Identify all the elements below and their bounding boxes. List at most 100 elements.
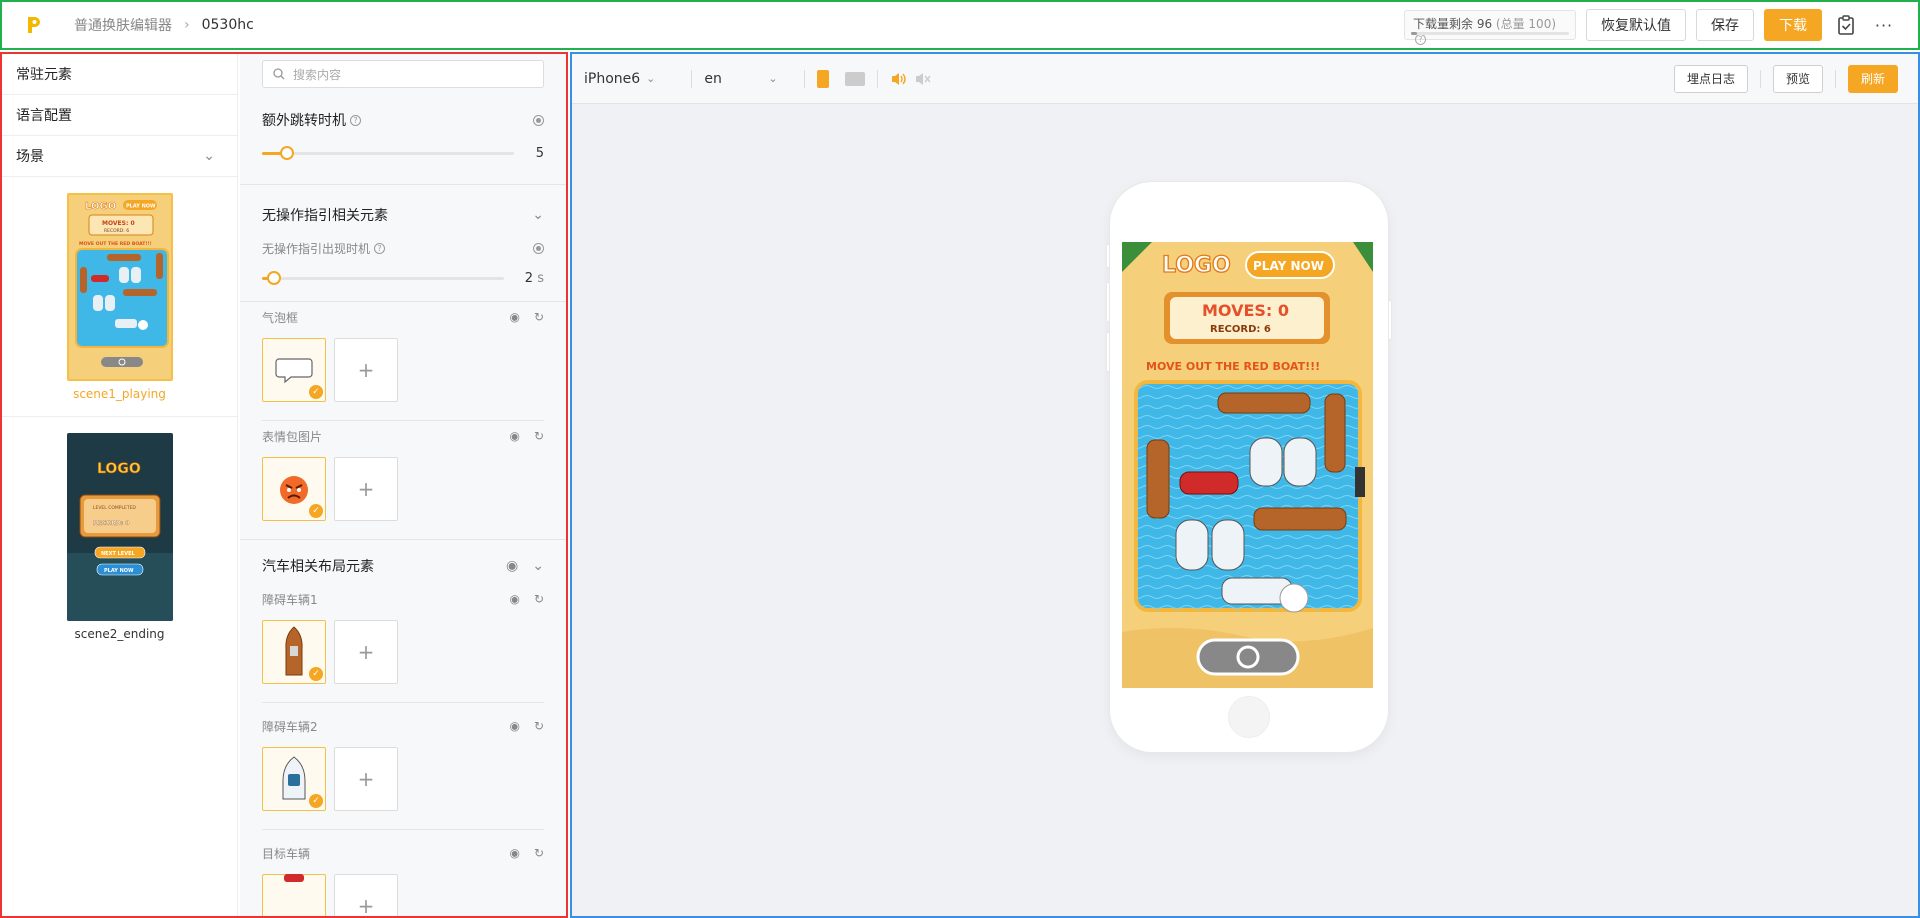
chevron-down-icon[interactable]: ⌄	[203, 148, 215, 164]
search-icon	[273, 68, 285, 80]
game-play-now-button: PLAY NOW	[1253, 259, 1324, 273]
obstacle1-label: 障碍车辆1	[262, 592, 318, 607]
extra-jump-title: 额外跳转时机 ?	[262, 102, 544, 138]
refresh-icon[interactable]: ↻	[534, 592, 544, 606]
help-icon[interactable]: ?	[350, 114, 361, 126]
download-quota: 下载量剩余 96 (总量 100) ?	[1404, 10, 1576, 45]
scene-card-1[interactable]: LOGO PLAY NOW MOVES: 0 RECORD: 6 MOVE OU…	[2, 177, 237, 417]
game-preview-screen[interactable]: LOGO PLAY NOW MOVES: 0 RECORD: 6 MOVE OU…	[1122, 242, 1373, 688]
extra-jump-section: 额外跳转时机 ? 5	[240, 88, 566, 185]
slider-handle[interactable]	[280, 145, 295, 160]
sidebar-item-language-config[interactable]: 语言配置	[2, 95, 237, 136]
target-asset-tile[interactable]	[262, 874, 326, 916]
radio-icon[interactable]	[533, 242, 544, 254]
game-instruction: MOVE OUT THE RED BOAT!!!	[1146, 360, 1320, 373]
add-asset-button[interactable]: +	[334, 457, 398, 521]
scene2-thumbnail: LOGO LEVEL COMPLETED RECORD: 0 NEXT LEVE…	[66, 433, 173, 621]
check-icon: ✓	[309, 794, 323, 808]
top-bar: 普通换肤编辑器 › 0530hc 下载量剩余 96 (总量 100) ? 恢复默…	[0, 0, 1920, 50]
preview-button[interactable]: 预览	[1772, 64, 1823, 93]
portrait-mode-icon[interactable]	[816, 69, 829, 88]
bubble-label: 气泡框	[262, 310, 299, 325]
more-icon[interactable]: ···	[1870, 11, 1898, 39]
help-icon[interactable]: ?	[1415, 34, 1426, 45]
game-moves: MOVES: 0	[1202, 301, 1289, 320]
check-icon: ✓	[309, 385, 323, 399]
add-asset-button[interactable]: +	[334, 620, 398, 684]
breadcrumb-current: 0530hc	[201, 17, 254, 33]
app-logo-icon[interactable]	[24, 14, 44, 36]
obstacle2-asset-tile[interactable]: ✓	[262, 747, 326, 811]
eye-icon[interactable]: ◉	[509, 592, 519, 606]
sidebar-item-label: 场景	[16, 149, 44, 165]
radio-icon[interactable]	[533, 114, 544, 126]
add-asset-button[interactable]: +	[334, 874, 398, 916]
eye-icon[interactable]: ◉	[506, 558, 518, 574]
emoji-section: 表情包图片 ◉ ↻ ✓ +	[262, 421, 544, 539]
idle-guide-label: 无操作指引相关元素	[262, 208, 388, 224]
tracking-log-button[interactable]: 埋点日志	[1673, 64, 1748, 93]
properties-panel: 搜索内容 额外跳转时机 ? 5 无操作指引相关元素 ⌄ 无操作指引出现时机 ?	[240, 54, 566, 916]
clipboard-check-icon[interactable]	[1832, 11, 1860, 39]
scene-card-2[interactable]: LOGO LEVEL COMPLETED RECORD: 0 NEXT LEVE…	[2, 417, 237, 657]
quota-progress-bar	[1411, 32, 1569, 35]
breadcrumb-root[interactable]: 普通换肤编辑器	[74, 15, 172, 35]
restore-default-button[interactable]: 恢复默认值	[1586, 9, 1686, 41]
quota-text: 下载量剩余 96	[1413, 17, 1493, 31]
eye-icon[interactable]: ◉	[509, 310, 519, 324]
chevron-down-icon[interactable]: ⌄	[532, 558, 544, 574]
sidebar-item-scenes[interactable]: 场景 ⌄	[2, 136, 237, 177]
eye-icon[interactable]: ◉	[509, 429, 519, 443]
idle-time-label: 无操作指引出现时机	[262, 241, 371, 256]
preview-toolbar: iPhone6 ⌄ en ⌄ 埋点日志 预览 刷新	[572, 54, 1918, 104]
add-asset-button[interactable]: +	[334, 747, 398, 811]
sound-off-icon[interactable]	[914, 71, 932, 87]
car-layout-title[interactable]: 汽车相关布局元素 ◉ ⌄	[262, 548, 544, 584]
slider-handle[interactable]	[267, 270, 282, 285]
car-layout-section: 汽车相关布局元素 ◉ ⌄ 障碍车辆1 ◉ ↻ ✓ + 障碍车辆2 ◉ ↻ ✓ +…	[240, 540, 566, 916]
refresh-icon[interactable]: ↻	[534, 846, 544, 860]
refresh-button[interactable]: 刷新	[1847, 64, 1898, 93]
bubble-title: 气泡框 ◉ ↻	[262, 302, 544, 332]
slider-value: 2 s	[524, 270, 544, 286]
game-record: RECORD: 6	[1210, 324, 1271, 335]
download-button[interactable]: 下载	[1764, 9, 1822, 41]
idle-guide-title[interactable]: 无操作指引相关元素 ⌄	[262, 197, 544, 233]
angry-emoji-icon	[280, 476, 308, 504]
thumb-logo: LOGO	[85, 201, 116, 212]
sound-on-icon[interactable]	[890, 71, 908, 87]
emoji-title: 表情包图片 ◉ ↻	[262, 421, 544, 451]
quota-progress-fill	[1411, 32, 1418, 35]
save-button[interactable]: 保存	[1696, 9, 1754, 41]
phone-frame: LOGO PLAY NOW MOVES: 0 RECORD: 6 MOVE OU…	[1106, 182, 1392, 752]
refresh-icon[interactable]: ↻	[534, 719, 544, 733]
slider-track[interactable]	[262, 145, 514, 160]
refresh-icon[interactable]: ↻	[534, 310, 544, 324]
idle-time-slider[interactable]: 2 s	[262, 263, 544, 293]
refresh-icon[interactable]: ↻	[534, 429, 544, 443]
speech-bubble-icon	[275, 358, 313, 384]
check-icon: ✓	[309, 667, 323, 681]
language-select[interactable]: en ⌄	[704, 71, 777, 87]
eye-icon[interactable]: ◉	[509, 719, 519, 733]
extra-jump-slider[interactable]: 5	[262, 138, 544, 168]
search-input[interactable]: 搜索内容	[262, 60, 544, 88]
emoji-asset-tile[interactable]: ✓	[262, 457, 326, 521]
target-label: 目标车辆	[262, 846, 311, 861]
sidebar-item-resident-elements[interactable]: 常驻元素	[2, 54, 237, 95]
device-select[interactable]: iPhone6 ⌄	[584, 71, 655, 87]
add-asset-button[interactable]: +	[334, 338, 398, 402]
slider-track[interactable]	[262, 270, 504, 285]
bubble-section: 气泡框 ◉ ↻ ✓ +	[262, 302, 544, 421]
help-icon[interactable]: ?	[374, 242, 386, 254]
eye-icon[interactable]: ◉	[509, 846, 519, 860]
landscape-mode-icon[interactable]	[844, 71, 865, 86]
chevron-down-icon[interactable]: ⌄	[532, 207, 544, 223]
bubble-asset-tile[interactable]: ✓	[262, 338, 326, 402]
obstacle2-label: 障碍车辆2	[262, 719, 318, 734]
svg-text:RECORD: 0: RECORD: 0	[93, 520, 130, 527]
svg-text:NEXT LEVEL: NEXT LEVEL	[101, 551, 135, 557]
obstacle1-asset-tile[interactable]: ✓	[262, 620, 326, 684]
obstacle1-title: 障碍车辆1 ◉ ↻	[262, 584, 544, 614]
scene1-thumbnail: LOGO PLAY NOW MOVES: 0 RECORD: 6 MOVE OU…	[66, 193, 173, 381]
